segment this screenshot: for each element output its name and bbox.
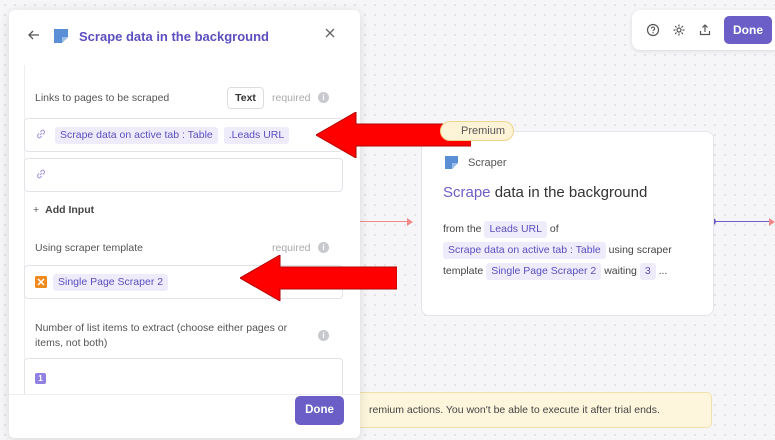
gear-icon[interactable]: [668, 19, 690, 41]
link-icon: [35, 128, 49, 143]
link-icon: [35, 168, 49, 183]
add-input-button[interactable]: + Add Input: [33, 204, 94, 216]
info-icon[interactable]: i: [318, 242, 329, 253]
node-description: from the Leads URL of Scrape data on act…: [443, 219, 693, 282]
items-field-label: Number of list items to extract (choose …: [35, 322, 288, 349]
links-field-label: Links to pages to be scraped: [35, 92, 170, 104]
connector-in-arrowhead: [407, 218, 413, 226]
input-type-toggle[interactable]: Text: [227, 87, 264, 109]
desc-text: template: [443, 265, 484, 277]
panel-done-button[interactable]: Done: [295, 396, 344, 425]
leads-url-chip: Leads URL: [484, 221, 547, 238]
node-title-rest: data in the background: [490, 184, 648, 201]
desc-text: from the: [443, 223, 482, 235]
annotation-arrow-2: [240, 255, 397, 301]
panel-title: Scrape data in the background: [79, 29, 269, 44]
share-icon[interactable]: [694, 19, 716, 41]
leads-url-variable-chip[interactable]: .Leads URL: [223, 126, 290, 144]
panel-header: Scrape data in the background: [9, 10, 360, 64]
close-icon[interactable]: [321, 26, 339, 44]
scraper-icon: [54, 29, 68, 43]
step-settings-panel: Scrape data in the background Links to p…: [9, 10, 360, 438]
scraper-template-icon: [35, 276, 47, 288]
info-icon[interactable]: i: [318, 330, 329, 341]
help-icon[interactable]: [642, 19, 664, 41]
required-label: required: [272, 242, 311, 254]
scraper-template-chip: Single Page Scraper 2: [486, 263, 602, 280]
node-title-accent: Scrape: [443, 184, 491, 201]
desc-text: of: [549, 223, 559, 235]
template-chip[interactable]: Single Page Scraper 2: [53, 273, 169, 291]
toolbar-done-button[interactable]: Done: [724, 16, 772, 44]
plus-icon: +: [33, 204, 40, 216]
premium-badge: Premium: [440, 121, 515, 141]
info-icon[interactable]: i: [318, 92, 329, 103]
desc-text: ...: [658, 265, 668, 277]
number-badge: 1: [35, 372, 46, 384]
canvas-toolbar: Done: [632, 10, 775, 50]
items-input[interactable]: 1: [24, 358, 343, 398]
connector-out: [713, 221, 773, 222]
template-field-label: Using scraper template: [35, 242, 143, 254]
add-input-label: Add Input: [45, 204, 95, 216]
desc-text: waiting: [604, 265, 637, 277]
trial-warning-banner: remium actions. You won't be able to exe…: [352, 392, 712, 428]
node-type-label: Scraper: [468, 156, 507, 169]
required-label: required: [272, 92, 311, 104]
link-input-1[interactable]: Scrape data on active tab : Table .Leads…: [24, 118, 343, 152]
scraper-node[interactable]: Scraper Scrape data in the background fr…: [421, 131, 714, 316]
desc-text: using scraper: [608, 244, 672, 256]
table-chip: Scrape data on active tab : Table: [443, 242, 606, 259]
connector-in: [360, 221, 410, 222]
back-arrow-icon[interactable]: [27, 28, 43, 44]
table-variable-chip[interactable]: Scrape data on active tab : Table: [55, 126, 218, 144]
node-title: Scrape data in the background: [443, 184, 693, 201]
connector-out-arrowhead: [769, 218, 775, 226]
wait-chip: 3: [639, 263, 656, 280]
link-input-2[interactable]: [24, 158, 343, 192]
